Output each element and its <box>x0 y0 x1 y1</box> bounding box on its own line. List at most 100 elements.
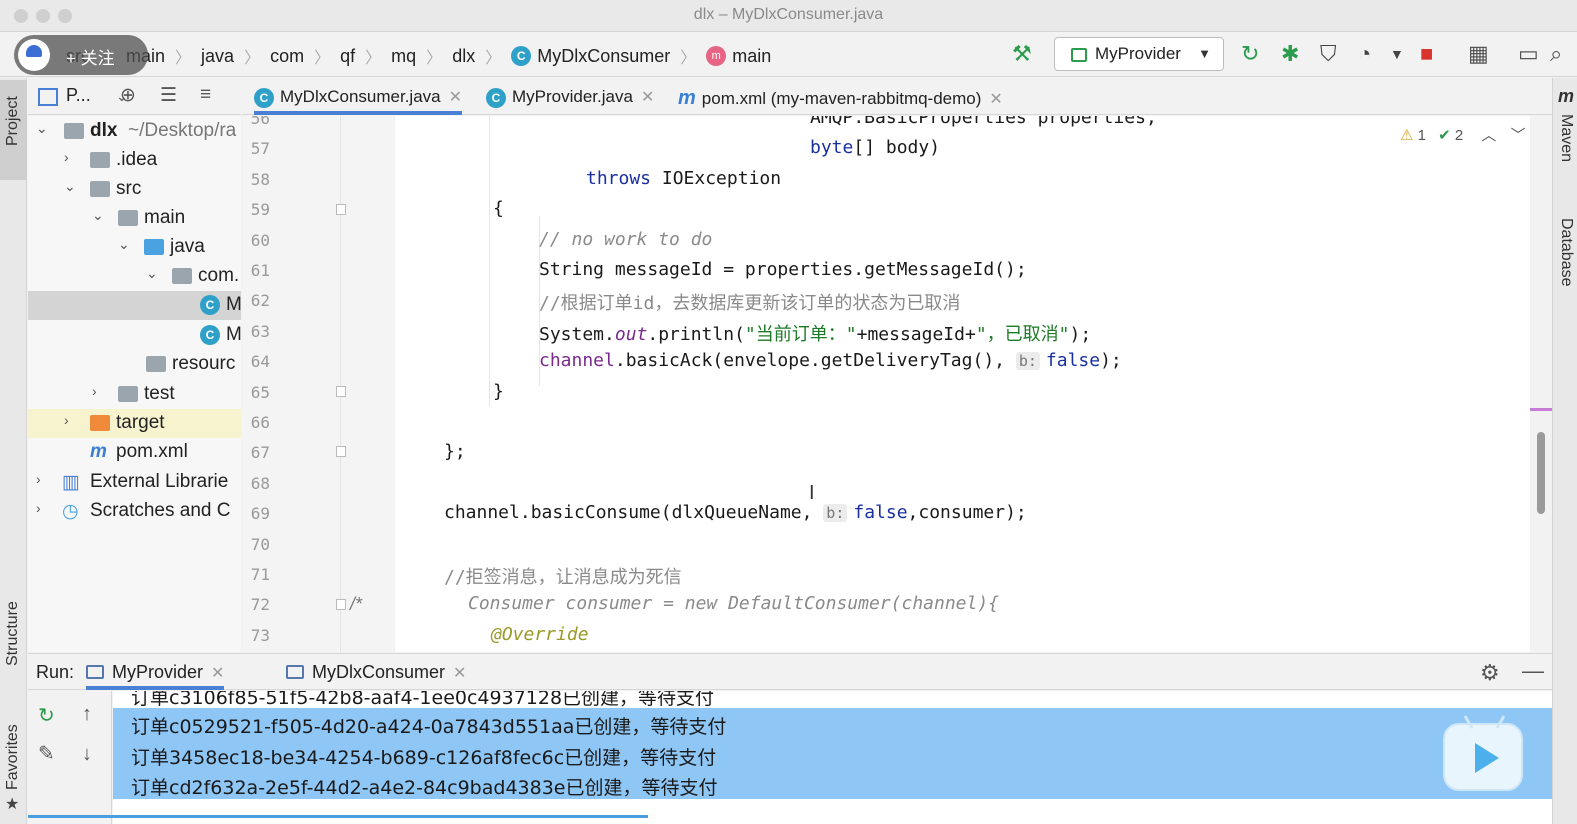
minimize-panel-icon[interactable]: — <box>1522 658 1544 684</box>
fold-marker-icon[interactable] <box>336 599 346 610</box>
rerun-icon[interactable]: ↻ <box>1241 42 1259 66</box>
class-icon: C <box>200 325 220 345</box>
close-tab-icon[interactable]: ✕ <box>449 89 462 106</box>
code-line-56: AMQP.BasicProperties properties, <box>810 116 1157 128</box>
tree-item-scratches[interactable]: › ◷ Scratches and C <box>28 497 241 526</box>
next-highlight-icon[interactable]: ﹀ <box>1511 127 1526 144</box>
editor-scrollbar[interactable] <box>1537 432 1545 514</box>
check-icon: ✔ <box>1438 127 1451 144</box>
tree-item-resources[interactable]: resourc <box>28 350 241 379</box>
window-title: dlx – MyDlxConsumer.java <box>693 6 884 23</box>
profile-icon[interactable]: ◔ <box>1358 42 1371 66</box>
breadcrumb: src〉 main〉 java〉 com〉 qf〉 mq〉 dlx〉 CMyDl… <box>62 44 775 68</box>
code-line-64: channel.basicAck(envelope.getDeliveryTag… <box>539 350 1122 371</box>
run-tool-header: Run: MyProvider ✕ MyDlxConsumer ✕ ⚙ — <box>28 653 1552 690</box>
run-configuration-select[interactable]: MyProvider ▼ <box>1054 37 1224 71</box>
project-structure-icon[interactable]: ▦ <box>1468 42 1489 66</box>
tree-item-class-selected[interactable]: C M <box>28 291 241 320</box>
tree-item-main[interactable]: ⌄ main <box>28 204 241 233</box>
tree-item-test[interactable]: › test <box>28 380 241 409</box>
tree-item-dlx[interactable]: ⌄ dlx ~/Desktop/ra <box>28 117 241 146</box>
fold-marker-icon[interactable] <box>336 446 346 457</box>
code-editor[interactable]: AMQP.BasicProperties properties, byte[] … <box>395 116 1530 652</box>
close-tab-icon[interactable]: ✕ <box>211 665 224 682</box>
scroll-up-arrow-icon[interactable]: ↑ <box>82 703 92 726</box>
tree-item-external-libraries[interactable]: › ▥ External Librarie <box>28 468 241 497</box>
tree-item-java[interactable]: ⌄ java <box>28 233 241 262</box>
more-run-chevron-icon[interactable]: ▼ <box>1390 42 1404 66</box>
close-tab-icon[interactable]: ✕ <box>989 91 1002 108</box>
breadcrumb-method[interactable]: m main <box>702 46 775 67</box>
debug-bug-icon[interactable]: ✱ <box>1281 42 1299 66</box>
run-console[interactable]: 订单c3106f85-51f5-42b8-aaf4-1ee0c4937128已创… <box>113 691 1552 824</box>
database-tool-tab[interactable]: Database <box>1557 218 1575 287</box>
editor-gutter: 56 57 58 59 60 61 62 63 64 65 66 67 68 6… <box>242 116 394 652</box>
follow-label: + 关注 <box>66 49 115 68</box>
tree-item-com[interactable]: ⌄ com. <box>28 262 241 291</box>
tree-item-label: main <box>144 207 186 228</box>
tree-item-label: pom.xml <box>116 441 188 462</box>
run-tab-mydlxconsumer[interactable]: MyDlxConsumer ✕ <box>286 654 466 690</box>
stop-icon[interactable]: ■ <box>1420 42 1433 66</box>
breadcrumb-qf[interactable]: qf <box>336 46 359 67</box>
line-number: 62 <box>250 291 270 310</box>
tab-myprovider[interactable]: C MyProvider.java ✕ <box>486 78 654 115</box>
code-line-65: } <box>493 381 504 402</box>
close-tab-icon[interactable]: ✕ <box>453 665 466 682</box>
video-progress-bar[interactable] <box>28 815 648 818</box>
tree-item-label: resourc <box>172 353 236 374</box>
line-number: 71 <box>250 565 270 584</box>
follow-overlay-button[interactable]: + 关注 <box>14 35 148 75</box>
fold-marker-icon[interactable] <box>336 386 346 397</box>
tree-item-idea[interactable]: › .idea <box>28 146 241 175</box>
favorites-tool-tab[interactable]: Favorites <box>4 724 22 790</box>
tab-mydlxconsumer[interactable]: C MyDlxConsumer.java ✕ <box>254 78 463 115</box>
structure-tool-tab[interactable]: Structure <box>4 601 22 666</box>
tree-item-label: test <box>144 383 175 404</box>
tree-item-label: com. <box>198 265 240 286</box>
wrench-settings-icon[interactable]: ✎ <box>38 741 55 766</box>
tree-item-target[interactable]: › target <box>28 409 241 438</box>
parameter-hint: b: <box>823 504 848 522</box>
editor-tabs: C MyDlxConsumer.java ✕ C MyProvider.java ✕ m… <box>242 78 1552 115</box>
ok-count: 2 <box>1454 127 1464 144</box>
line-number: 61 <box>250 261 270 280</box>
video-play-button[interactable] <box>1443 715 1523 791</box>
project-tool-tab[interactable]: Project <box>0 80 27 180</box>
line-number: 73 <box>250 626 270 645</box>
rerun-icon[interactable]: ↻ <box>38 703 55 728</box>
tree-item-label: target <box>116 412 165 433</box>
navigation-bar: src〉 main〉 java〉 com〉 qf〉 mq〉 dlx〉 CMyDl… <box>0 33 1577 77</box>
build-hammer-icon[interactable]: ⚒ <box>1012 42 1032 66</box>
tree-item-class[interactable]: C M <box>28 321 241 350</box>
channel-logo <box>18 39 50 71</box>
gear-icon[interactable]: ⚙ <box>1480 660 1500 686</box>
tree-item-src[interactable]: ⌄ src <box>28 175 241 204</box>
line-number: 57 <box>250 139 270 158</box>
tree-item-pom[interactable]: m pom.xml <box>28 438 241 467</box>
fold-marker-icon[interactable] <box>336 204 346 215</box>
previous-highlight-icon[interactable]: ︿ <box>1481 127 1496 144</box>
run-tab-myprovider[interactable]: MyProvider ✕ <box>86 654 225 690</box>
breadcrumb-java[interactable]: java <box>197 46 238 67</box>
inspection-indicators[interactable]: ⚠ 1 ✔ 2 ︿ ﹀ <box>1400 124 1526 145</box>
locate-crosshair-icon[interactable]: ⊕ <box>120 84 136 107</box>
scroll-down-arrow-icon[interactable]: ↓ <box>82 743 92 766</box>
expand-all-icon[interactable]: ☰ <box>160 84 177 107</box>
project-view-select[interactable]: P... <box>66 85 91 106</box>
code-line-67: }; <box>444 441 466 462</box>
run-anything-icon[interactable]: ▭ <box>1518 42 1539 66</box>
maven-tool-tab[interactable]: Maven <box>1557 114 1575 162</box>
line-number: 70 <box>250 535 270 554</box>
breadcrumb-com[interactable]: com <box>266 46 308 67</box>
breadcrumb-dlx[interactable]: dlx <box>448 46 479 67</box>
breadcrumb-class[interactable]: C MyDlxConsumer <box>507 46 674 67</box>
chevron-down-icon: ▼ <box>1198 46 1211 61</box>
coverage-shield-icon[interactable]: ⛉ <box>1320 42 1337 66</box>
collapse-all-icon[interactable]: ≡ <box>200 84 211 106</box>
tab-label: pom.xml (my-maven-rabbitmq-demo) <box>701 89 982 108</box>
tab-pom-xml[interactable]: m pom.xml (my-maven-rabbitmq-demo) ✕ <box>678 78 1003 115</box>
close-tab-icon[interactable]: ✕ <box>641 89 654 106</box>
search-icon[interactable]: ⌕ <box>1550 42 1562 66</box>
breadcrumb-mq[interactable]: mq <box>387 46 420 67</box>
